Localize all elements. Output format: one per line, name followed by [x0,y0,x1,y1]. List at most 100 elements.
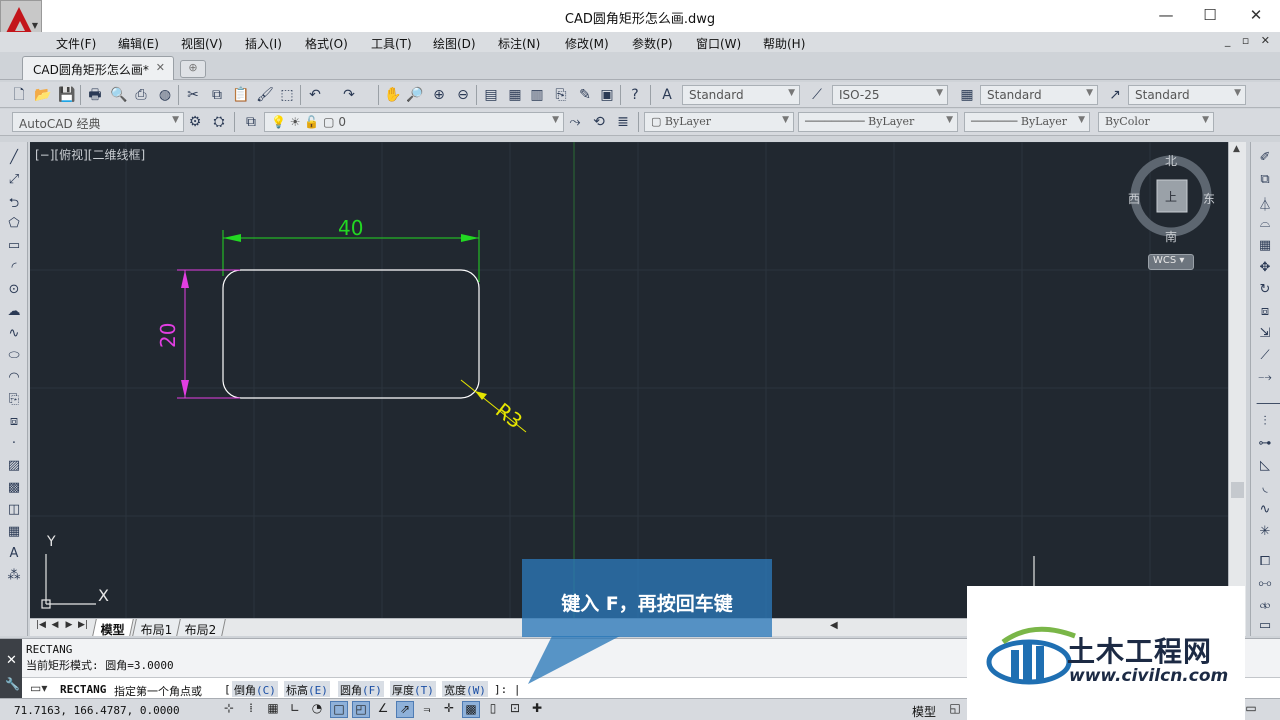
join-icon[interactable]: ⊶ [1256,436,1274,454]
undo-icon[interactable]: ↶ [306,86,324,104]
grid-display-icon[interactable]: ▦ [264,701,282,718]
selection-cycling-icon[interactable]: ▯ [484,701,502,718]
save-icon[interactable]: 💾 [58,86,76,104]
tab-layout2[interactable]: 布局2 [176,619,226,637]
multiline-text-icon[interactable]: A [5,546,23,564]
point-icon[interactable]: · [5,436,23,454]
annotation-monitor-icon[interactable]: ⊡ [506,701,524,718]
scrollbar-thumb[interactable] [1231,482,1244,498]
ortho-mode-icon[interactable]: ∟ [286,701,304,718]
text-style-icon[interactable]: A [658,86,676,104]
workspace-settings-icon[interactable]: ⚙ [186,113,204,131]
offset-icon[interactable]: ⌓ [1256,216,1274,234]
new-tab-button[interactable]: ⊕ [180,60,206,78]
close-button[interactable]: ✕ [1242,4,1270,26]
new-file-icon[interactable]: 🗋 [10,86,28,104]
paste-icon[interactable]: 📋 [232,86,250,104]
mirror-icon[interactable]: ⏃ [1256,194,1274,213]
menu-format[interactable]: 格式(O) [305,35,348,52]
vertical-scrollbar[interactable]: ▲ ▼ [1228,142,1246,636]
quick-properties-icon[interactable]: ▩ [462,701,480,718]
document-window-controls[interactable]: _ ▫ ✕ [1225,34,1274,47]
lineweight-select[interactable]: ─────── ByLayer ▼ [964,112,1090,132]
infer-constraints-icon[interactable]: ⊹ [220,701,238,718]
layer-properties-icon[interactable]: ⧉ [242,113,260,131]
multileader-style-select[interactable]: Standard ▼ [1128,85,1246,105]
make-block-icon[interactable]: ⧈ [5,414,23,432]
menu-parameter[interactable]: 参数(P) [632,35,673,52]
multileader-style-icon[interactable]: ↗ [1106,86,1124,104]
option-fillet[interactable]: 圆角(F) [338,681,384,697]
zoom-previous-icon[interactable]: ⊖ [454,86,472,104]
sheet-set-icon[interactable]: ⎘ [552,86,570,104]
construction-line-icon[interactable]: ⤢ [5,172,23,190]
text-style-select[interactable]: Standard ▼ [682,85,800,105]
viewcube-east[interactable]: 东 [1203,190,1215,207]
copy-icon[interactable]: ⧉ [208,86,226,104]
blend-icon[interactable]: ∿ [1256,502,1274,520]
scroll-up-icon[interactable]: ▲ [1233,144,1240,154]
revision-cloud-icon[interactable]: ☁ [5,304,23,322]
chamfer-icon[interactable]: ◺ [1256,458,1274,476]
table-style-select[interactable]: Standard ▼ [980,85,1098,105]
dimension-style-select[interactable]: ISO-25 ▼ [832,85,948,105]
text-order-icon[interactable]: ▭ [1256,618,1274,636]
menu-insert[interactable]: 插入(I) [245,35,282,52]
markup-icon[interactable]: ✎ [576,86,594,104]
array-icon[interactable]: ▦ [1256,238,1274,256]
zoom-realtime-icon[interactable]: 🔎 [406,86,424,104]
option-chamfer[interactable]: 倒角(C) [232,681,278,697]
block-editor-icon[interactable]: ⬚ [278,86,296,104]
workspace-select[interactable]: AutoCAD 经典 ▼ [12,112,184,132]
break-at-point-icon[interactable]: ⸻ [1256,392,1280,411]
drawing-area[interactable]: [−][俯视][二维线框] 40 20 R3 北 南 东 西 上 WCS ▾ Y… [30,141,1228,618]
polyline-icon[interactable]: ⮌ [5,194,23,212]
quick-view-icon[interactable]: ◱ [946,701,964,718]
table-icon[interactable]: ▦ [5,524,23,542]
bring-to-front-icon[interactable]: ⧟ [1256,576,1274,594]
print-preview-icon[interactable]: 🔍 [110,86,128,104]
scale-icon[interactable]: ⧈ [1256,304,1274,322]
viewcube-top-face[interactable]: 上 [1165,188,1177,205]
customize-icon[interactable]: ⛭ [210,113,228,131]
lineweight-icon[interactable]: ⫬ [418,701,436,718]
draw-order-icon[interactable]: ⧠ [1256,554,1274,572]
table-style-icon[interactable]: ▦ [958,86,976,104]
minimize-button[interactable]: — [1152,4,1180,26]
design-center-palette-icon[interactable]: ▦ [506,86,524,104]
menu-edit[interactable]: 编辑(E) [118,35,159,52]
pan-icon[interactable]: ✋ [384,86,402,104]
send-to-back-icon[interactable]: ⧞ [1256,598,1274,616]
gradient-icon[interactable]: ▩ [5,480,23,498]
dynamic-ucs-icon[interactable]: ∠ [374,701,392,718]
explode-icon[interactable]: ✳ [1256,524,1274,542]
print-icon[interactable]: 🖶 [86,86,104,104]
scroll-left-icon[interactable]: ◀ [830,620,838,631]
option-elevation[interactable]: 标高(E) [284,681,330,697]
viewcube-west[interactable]: 西 [1128,190,1140,207]
option-width[interactable]: 宽度(W) [442,681,488,697]
tool-palettes-icon[interactable]: ▥ [528,86,546,104]
menu-tools[interactable]: 工具(T) [371,35,412,52]
menu-modify[interactable]: 修改(M) [565,35,609,52]
close-tab-icon[interactable]: ✕ [156,61,165,74]
calculator-icon[interactable]: ▣ [598,86,616,104]
rounded-rectangle[interactable] [222,269,480,399]
extend-icon[interactable]: ⤍ [1256,370,1274,388]
menu-draw[interactable]: 绘图(D) [433,35,476,52]
hatch-icon[interactable]: ▨ [5,458,23,476]
layer-state-icon[interactable]: ≣ [614,113,632,131]
transparency-icon[interactable]: ✛ [440,701,458,718]
next-layout-icon[interactable]: ▶ [62,620,76,634]
add-selected-icon[interactable]: ⁂ [5,568,23,586]
ellipse-arc-icon[interactable]: ◠ [5,370,23,388]
customize-wrench-icon[interactable]: 🔧 [5,677,20,691]
linetype-select[interactable]: ───────── ByLayer ▼ [798,112,958,132]
dimension-style-icon[interactable]: ⟋ [808,86,826,104]
copy-object-icon[interactable]: ⧉ [1256,172,1274,190]
maximize-button[interactable]: ☐ [1196,4,1224,26]
previous-layout-icon[interactable]: ◀ [48,620,62,634]
redo-icon[interactable]: ↷ [340,86,358,104]
stretch-icon[interactable]: ⇲ [1256,326,1274,344]
dynamic-input-icon[interactable]: ⇗ [396,701,414,718]
